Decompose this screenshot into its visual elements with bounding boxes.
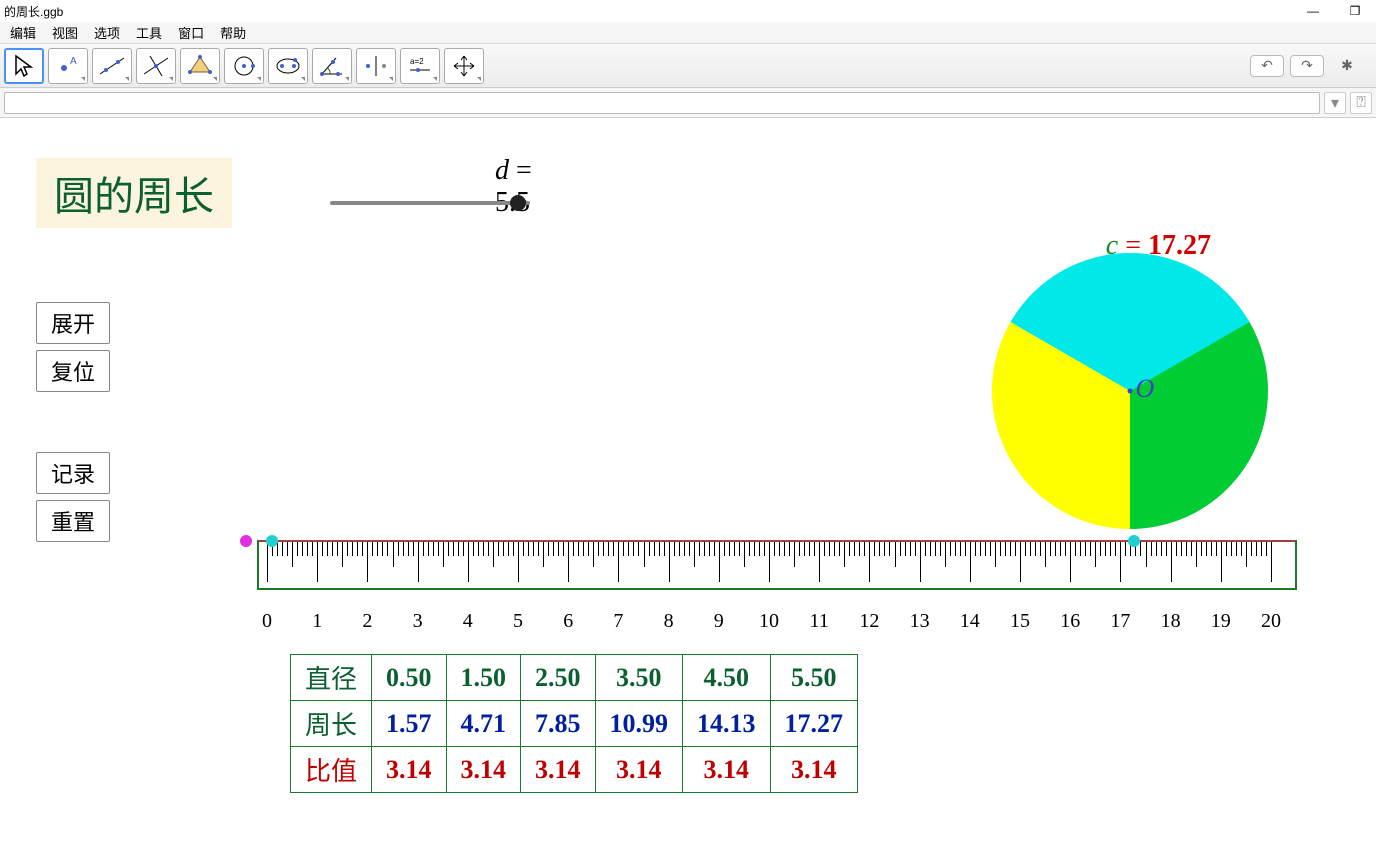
table-cell: 4.50 (683, 655, 771, 701)
table-cell: 3.14 (683, 747, 771, 793)
tool-point[interactable]: A (48, 48, 88, 84)
ruler-label: 4 (463, 610, 473, 633)
menu-view[interactable]: 视图 (44, 21, 86, 44)
slider-track[interactable] (330, 201, 530, 205)
table-cell: 7.85 (521, 701, 596, 747)
table-hdr-diameter: 直径 (291, 655, 372, 701)
tool-line[interactable] (92, 48, 132, 84)
undo-icon[interactable]: ↶ (1250, 55, 1284, 77)
table-hdr-ratio: 比值 (291, 747, 372, 793)
point-end-cyan[interactable] (1128, 535, 1140, 547)
minimize-icon[interactable]: — (1304, 2, 1322, 20)
menu-options[interactable]: 选项 (86, 21, 128, 44)
ruler-label: 18 (1161, 610, 1181, 633)
ruler-label: 6 (563, 610, 573, 633)
menu-help[interactable]: 帮助 (212, 21, 254, 44)
svg-text:a=2: a=2 (410, 57, 424, 66)
point-zero-cyan[interactable] (266, 535, 278, 547)
point-start-magenta[interactable] (240, 535, 252, 547)
table-cell: 3.50 (595, 655, 683, 701)
table-cell: 3.14 (372, 747, 447, 793)
data-table: 直径 0.50 1.50 2.50 3.50 4.50 5.50 周长 1.57… (290, 654, 858, 793)
ruler-label: 2 (362, 610, 372, 633)
menu-window[interactable]: 窗口 (170, 21, 212, 44)
tool-move[interactable] (4, 48, 44, 84)
menu-tools[interactable]: 工具 (128, 21, 170, 44)
ruler-label: 10 (759, 610, 779, 633)
table-cell: 3.14 (595, 747, 683, 793)
table-cell: 1.50 (446, 655, 521, 701)
tool-reflect[interactable] (356, 48, 396, 84)
table-cell: 5.50 (770, 655, 858, 701)
ruler-label: 5 (513, 610, 523, 633)
expand-button[interactable]: 展开 (36, 302, 110, 344)
tool-slider[interactable]: a=2 (400, 48, 440, 84)
table-cell: 10.99 (595, 701, 683, 747)
ruler-label: 13 (910, 610, 930, 633)
table-cell: 17.27 (770, 701, 858, 747)
tool-move-view[interactable] (444, 48, 484, 84)
ruler-label: 17 (1110, 610, 1130, 633)
reset-position-button[interactable]: 复位 (36, 350, 110, 392)
graphics-view[interactable]: 圆的周长 d = 5.5 c = 17.27 展开 复位 记录 重置 O 012… (0, 118, 1376, 860)
ruler-label: 20 (1261, 610, 1281, 633)
table-cell: 3.14 (770, 747, 858, 793)
lesson-title: 圆的周长 (54, 174, 214, 219)
ruler-label: 9 (714, 610, 724, 633)
ruler-label: 0 (262, 610, 272, 633)
tool-perpendicular[interactable] (136, 48, 176, 84)
ruler-label: 3 (413, 610, 423, 633)
center-label-o: O (1136, 374, 1155, 404)
tool-circle[interactable] (224, 48, 264, 84)
reset-button[interactable]: 重置 (36, 500, 110, 542)
table-cell: 4.71 (446, 701, 521, 747)
ruler-label: 14 (960, 610, 980, 633)
table-hdr-circumference: 周长 (291, 701, 372, 747)
center-point-o[interactable] (1128, 389, 1133, 394)
toolbar: A a=2 ↶ ↷ ✱ (0, 44, 1376, 88)
ruler-label: 16 (1060, 610, 1080, 633)
ruler-label: 1 (312, 610, 322, 633)
settings-icon[interactable]: ✱ (1330, 55, 1364, 77)
tool-angle[interactable] (312, 48, 352, 84)
redo-icon[interactable]: ↷ (1290, 55, 1324, 77)
record-button[interactable]: 记录 (36, 452, 110, 494)
window-title: 的周长.ggb (4, 3, 63, 20)
table-cell: 1.57 (372, 701, 447, 747)
circle-o: O (992, 253, 1268, 529)
table-cell: 0.50 (372, 655, 447, 701)
ruler-label: 12 (859, 610, 879, 633)
tool-ellipse[interactable] (268, 48, 308, 84)
maximize-icon[interactable]: ❐ (1346, 2, 1364, 20)
input-dropdown-icon[interactable]: ▾ (1324, 92, 1346, 114)
tool-polygon[interactable] (180, 48, 220, 84)
table-cell: 3.14 (446, 747, 521, 793)
ruler-label: 11 (810, 610, 829, 633)
ruler-label: 15 (1010, 610, 1030, 633)
slider-knob[interactable] (510, 195, 526, 211)
table-cell: 14.13 (683, 701, 771, 747)
menubar: 编辑 视图 选项 工具 窗口 帮助 (0, 22, 1376, 44)
algebra-input[interactable] (4, 92, 1320, 114)
ruler-label: 8 (664, 610, 674, 633)
input-bar: ▾ ⍰ (0, 88, 1376, 118)
table-cell: 3.14 (521, 747, 596, 793)
ruler-label: 7 (613, 610, 623, 633)
lesson-title-box: 圆的周长 (36, 158, 232, 228)
svg-text:A: A (70, 56, 77, 67)
ruler-label: 19 (1211, 610, 1231, 633)
input-help-icon[interactable]: ⍰ (1350, 92, 1372, 114)
menu-edit[interactable]: 编辑 (2, 21, 44, 44)
table-cell: 2.50 (521, 655, 596, 701)
